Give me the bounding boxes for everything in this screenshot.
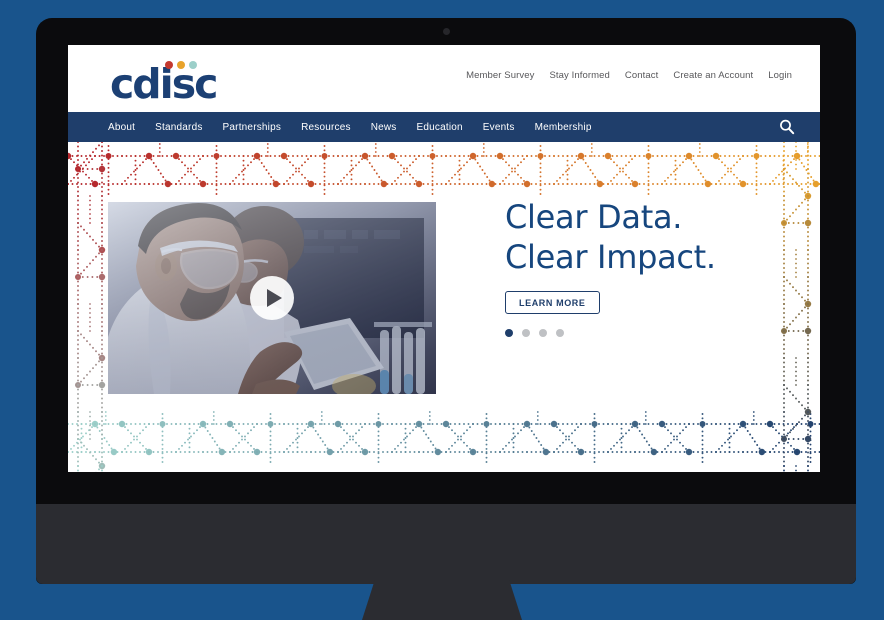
utility-link-stay-informed[interactable]: Stay Informed [549,70,609,81]
nav-item-resources[interactable]: Resources [301,122,351,133]
search-icon[interactable] [778,118,796,136]
logo-wordmark: cdisc [110,60,218,108]
nav-item-membership[interactable]: Membership [535,122,592,133]
monitor-chin [36,504,856,584]
site-header: cdisc Member Survey Stay Informed Contac… [68,45,820,112]
learn-more-button[interactable]: LEARN MORE [505,291,600,314]
nav-item-about[interactable]: About [108,122,135,133]
main-nav: About Standards Partnerships Resources N… [68,112,820,142]
screenshot-scene: cdisc Member Survey Stay Informed Contac… [0,0,884,620]
nav-item-standards[interactable]: Standards [155,122,202,133]
utility-link-create-an-account[interactable]: Create an Account [673,70,753,81]
logo-dot-teal [189,61,197,69]
logo-dots [165,61,197,69]
dna-network-pattern-top [68,143,820,195]
utility-link-contact[interactable]: Contact [625,70,658,81]
hero-video-thumbnail[interactable] [108,202,436,394]
monitor-stand [362,580,522,620]
dna-network-pattern-bottom [68,411,820,463]
hero-headline-line1: Clear Data. [505,198,683,236]
nav-item-events[interactable]: Events [483,122,515,133]
webcam-icon [442,28,450,35]
nav-item-education[interactable]: Education [417,122,463,133]
play-icon[interactable] [250,276,294,320]
cdisc-logo[interactable]: cdisc [110,59,240,105]
nav-item-partnerships[interactable]: Partnerships [223,122,282,133]
carousel-dot-3[interactable] [539,329,547,337]
main-nav-links: About Standards Partnerships Resources N… [108,122,592,133]
hero-section: Clear Data. Clear Impact. LEARN MORE [68,142,820,472]
logo-dot-amber [177,61,185,69]
utility-link-login[interactable]: Login [768,70,792,81]
carousel-dot-2[interactable] [522,329,530,337]
browser-viewport: cdisc Member Survey Stay Informed Contac… [68,45,820,472]
utility-link-member-survey[interactable]: Member Survey [466,70,534,81]
utility-nav: Member Survey Stay Informed Contact Crea… [466,70,792,81]
hero-copy: Clear Data. Clear Impact. LEARN MORE [505,197,785,337]
carousel-dot-4[interactable] [556,329,564,337]
nav-item-news[interactable]: News [371,122,397,133]
hero-headline-line2: Clear Impact. [505,238,716,276]
carousel-dots [505,329,785,337]
logo-dot-red [165,61,173,69]
carousel-dot-1[interactable] [505,329,513,337]
